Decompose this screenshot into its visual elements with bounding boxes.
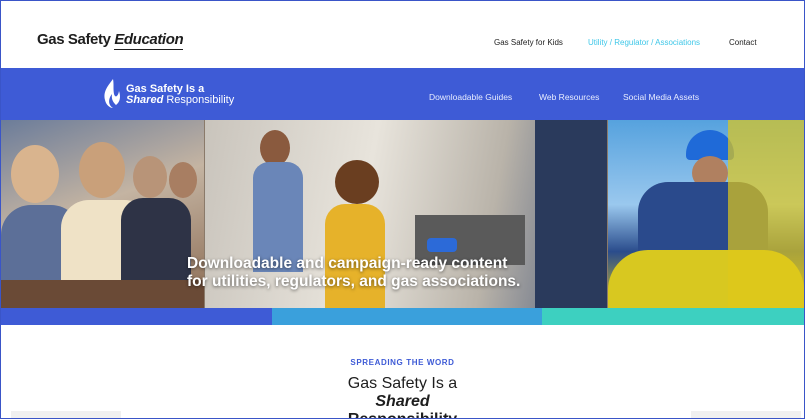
section-heading-line1: Gas Safety Is a bbox=[347, 375, 458, 392]
color-strip-teal bbox=[542, 308, 804, 325]
nav-link-downloadable-guides[interactable]: Downloadable Guides bbox=[429, 92, 512, 102]
campaign-logo-link[interactable]: Gas Safety Is a Shared Responsibility bbox=[126, 84, 234, 106]
content-card-edge-left bbox=[11, 411, 121, 418]
nav-link-web-resources[interactable]: Web Resources bbox=[539, 92, 599, 102]
content-card-edge-right bbox=[691, 411, 801, 418]
hero-banner: Downloadable and campaign-ready content … bbox=[1, 120, 804, 308]
section-heading: Gas Safety Is a Shared Responsibility bbox=[1, 375, 804, 418]
hero-photo-gas-worker bbox=[608, 120, 804, 308]
section-kicker: SPREADING THE WORD bbox=[350, 358, 455, 367]
nav-link-contact[interactable]: Contact bbox=[729, 38, 757, 47]
secondary-nav-bar: Gas Safety Is a Shared Responsibility Do… bbox=[1, 68, 804, 120]
logo-responsibility: Responsibility bbox=[163, 94, 235, 106]
nav-link-utility[interactable]: Utility / Regulator / Associations bbox=[588, 38, 700, 47]
brand-name-part2: Education bbox=[114, 31, 184, 50]
section-heading-responsibility: Responsibility bbox=[1, 411, 804, 418]
hero-tagline-line2: for utilities, regulators, and gas assoc… bbox=[187, 273, 521, 290]
logo-shared: Shared bbox=[126, 94, 164, 106]
site-logo-link[interactable]: Gas Safety Education bbox=[37, 31, 184, 50]
browser-frame: Gas Safety Education Gas Safety for Kids… bbox=[0, 0, 805, 419]
brand-name-part1: Gas Safety bbox=[37, 31, 115, 48]
hero-tagline-line1: Downloadable and campaign-ready content bbox=[187, 255, 508, 272]
section-heading-shared: Shared bbox=[375, 393, 430, 410]
nav-link-kids[interactable]: Gas Safety for Kids bbox=[494, 38, 563, 47]
top-header: Gas Safety Education Gas Safety for Kids… bbox=[1, 1, 804, 67]
flame-logo-icon bbox=[104, 79, 120, 108]
nav-link-social-media-assets[interactable]: Social Media Assets bbox=[623, 92, 699, 102]
color-strip-mid bbox=[272, 308, 542, 325]
hero-tagline: Downloadable and campaign-ready content … bbox=[187, 255, 587, 291]
hero-photo-meeting bbox=[1, 120, 204, 308]
color-strip-blue bbox=[1, 308, 272, 325]
